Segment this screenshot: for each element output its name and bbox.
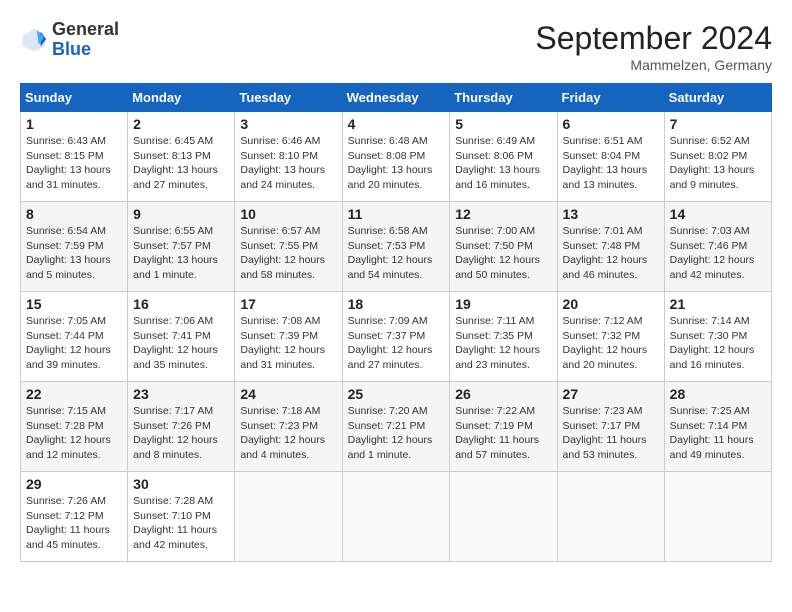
calendar-day-cell: 9Sunrise: 6:55 AMSunset: 7:57 PMDaylight… [128, 202, 235, 292]
header-friday: Friday [557, 84, 664, 112]
calendar-day-cell [450, 472, 557, 562]
calendar-day-cell: 27Sunrise: 7:23 AMSunset: 7:17 PMDayligh… [557, 382, 664, 472]
calendar-day-cell: 14Sunrise: 7:03 AMSunset: 7:46 PMDayligh… [664, 202, 771, 292]
logo: General Blue [20, 20, 119, 60]
calendar-day-cell [235, 472, 342, 562]
calendar-day-cell: 19Sunrise: 7:11 AMSunset: 7:35 PMDayligh… [450, 292, 557, 382]
header-tuesday: Tuesday [235, 84, 342, 112]
week-row-5: 29Sunrise: 7:26 AMSunset: 7:12 PMDayligh… [21, 472, 772, 562]
week-row-3: 15Sunrise: 7:05 AMSunset: 7:44 PMDayligh… [21, 292, 772, 382]
calendar-day-cell: 11Sunrise: 6:58 AMSunset: 7:53 PMDayligh… [342, 202, 450, 292]
calendar-day-cell: 23Sunrise: 7:17 AMSunset: 7:26 PMDayligh… [128, 382, 235, 472]
calendar-day-cell: 1Sunrise: 6:43 AMSunset: 8:15 PMDaylight… [21, 112, 128, 202]
week-row-4: 22Sunrise: 7:15 AMSunset: 7:28 PMDayligh… [21, 382, 772, 472]
calendar-day-cell: 6Sunrise: 6:51 AMSunset: 8:04 PMDaylight… [557, 112, 664, 202]
location: Mammelzen, Germany [535, 57, 772, 73]
calendar-day-cell: 13Sunrise: 7:01 AMSunset: 7:48 PMDayligh… [557, 202, 664, 292]
calendar-day-cell: 20Sunrise: 7:12 AMSunset: 7:32 PMDayligh… [557, 292, 664, 382]
title-area: September 2024 Mammelzen, Germany [535, 20, 772, 73]
calendar-day-cell [557, 472, 664, 562]
calendar-day-cell: 2Sunrise: 6:45 AMSunset: 8:13 PMDaylight… [128, 112, 235, 202]
calendar-day-cell: 16Sunrise: 7:06 AMSunset: 7:41 PMDayligh… [128, 292, 235, 382]
header-wednesday: Wednesday [342, 84, 450, 112]
logo-text: General Blue [52, 20, 119, 60]
calendar-day-cell: 12Sunrise: 7:00 AMSunset: 7:50 PMDayligh… [450, 202, 557, 292]
calendar-header-row: Sunday Monday Tuesday Wednesday Thursday… [21, 84, 772, 112]
calendar-day-cell: 18Sunrise: 7:09 AMSunset: 7:37 PMDayligh… [342, 292, 450, 382]
logo-icon [20, 26, 48, 54]
calendar-day-cell: 10Sunrise: 6:57 AMSunset: 7:55 PMDayligh… [235, 202, 342, 292]
calendar-day-cell: 26Sunrise: 7:22 AMSunset: 7:19 PMDayligh… [450, 382, 557, 472]
header-saturday: Saturday [664, 84, 771, 112]
logo-general: General [52, 19, 119, 39]
calendar-day-cell: 15Sunrise: 7:05 AMSunset: 7:44 PMDayligh… [21, 292, 128, 382]
calendar-day-cell: 4Sunrise: 6:48 AMSunset: 8:08 PMDaylight… [342, 112, 450, 202]
header-thursday: Thursday [450, 84, 557, 112]
calendar-day-cell: 25Sunrise: 7:20 AMSunset: 7:21 PMDayligh… [342, 382, 450, 472]
calendar-day-cell: 30Sunrise: 7:28 AMSunset: 7:10 PMDayligh… [128, 472, 235, 562]
month-title: September 2024 [535, 20, 772, 57]
calendar-day-cell: 7Sunrise: 6:52 AMSunset: 8:02 PMDaylight… [664, 112, 771, 202]
calendar-day-cell: 28Sunrise: 7:25 AMSunset: 7:14 PMDayligh… [664, 382, 771, 472]
calendar-day-cell: 5Sunrise: 6:49 AMSunset: 8:06 PMDaylight… [450, 112, 557, 202]
calendar-day-cell [664, 472, 771, 562]
page-header: General Blue September 2024 Mammelzen, G… [20, 20, 772, 73]
calendar-day-cell: 24Sunrise: 7:18 AMSunset: 7:23 PMDayligh… [235, 382, 342, 472]
calendar-table: Sunday Monday Tuesday Wednesday Thursday… [20, 83, 772, 562]
calendar-day-cell: 17Sunrise: 7:08 AMSunset: 7:39 PMDayligh… [235, 292, 342, 382]
logo-blue: Blue [52, 39, 91, 59]
week-row-1: 1Sunrise: 6:43 AMSunset: 8:15 PMDaylight… [21, 112, 772, 202]
calendar-day-cell [342, 472, 450, 562]
calendar-day-cell: 8Sunrise: 6:54 AMSunset: 7:59 PMDaylight… [21, 202, 128, 292]
calendar-day-cell: 22Sunrise: 7:15 AMSunset: 7:28 PMDayligh… [21, 382, 128, 472]
calendar-day-cell: 29Sunrise: 7:26 AMSunset: 7:12 PMDayligh… [21, 472, 128, 562]
week-row-2: 8Sunrise: 6:54 AMSunset: 7:59 PMDaylight… [21, 202, 772, 292]
header-sunday: Sunday [21, 84, 128, 112]
calendar-day-cell: 21Sunrise: 7:14 AMSunset: 7:30 PMDayligh… [664, 292, 771, 382]
header-monday: Monday [128, 84, 235, 112]
calendar-day-cell: 3Sunrise: 6:46 AMSunset: 8:10 PMDaylight… [235, 112, 342, 202]
